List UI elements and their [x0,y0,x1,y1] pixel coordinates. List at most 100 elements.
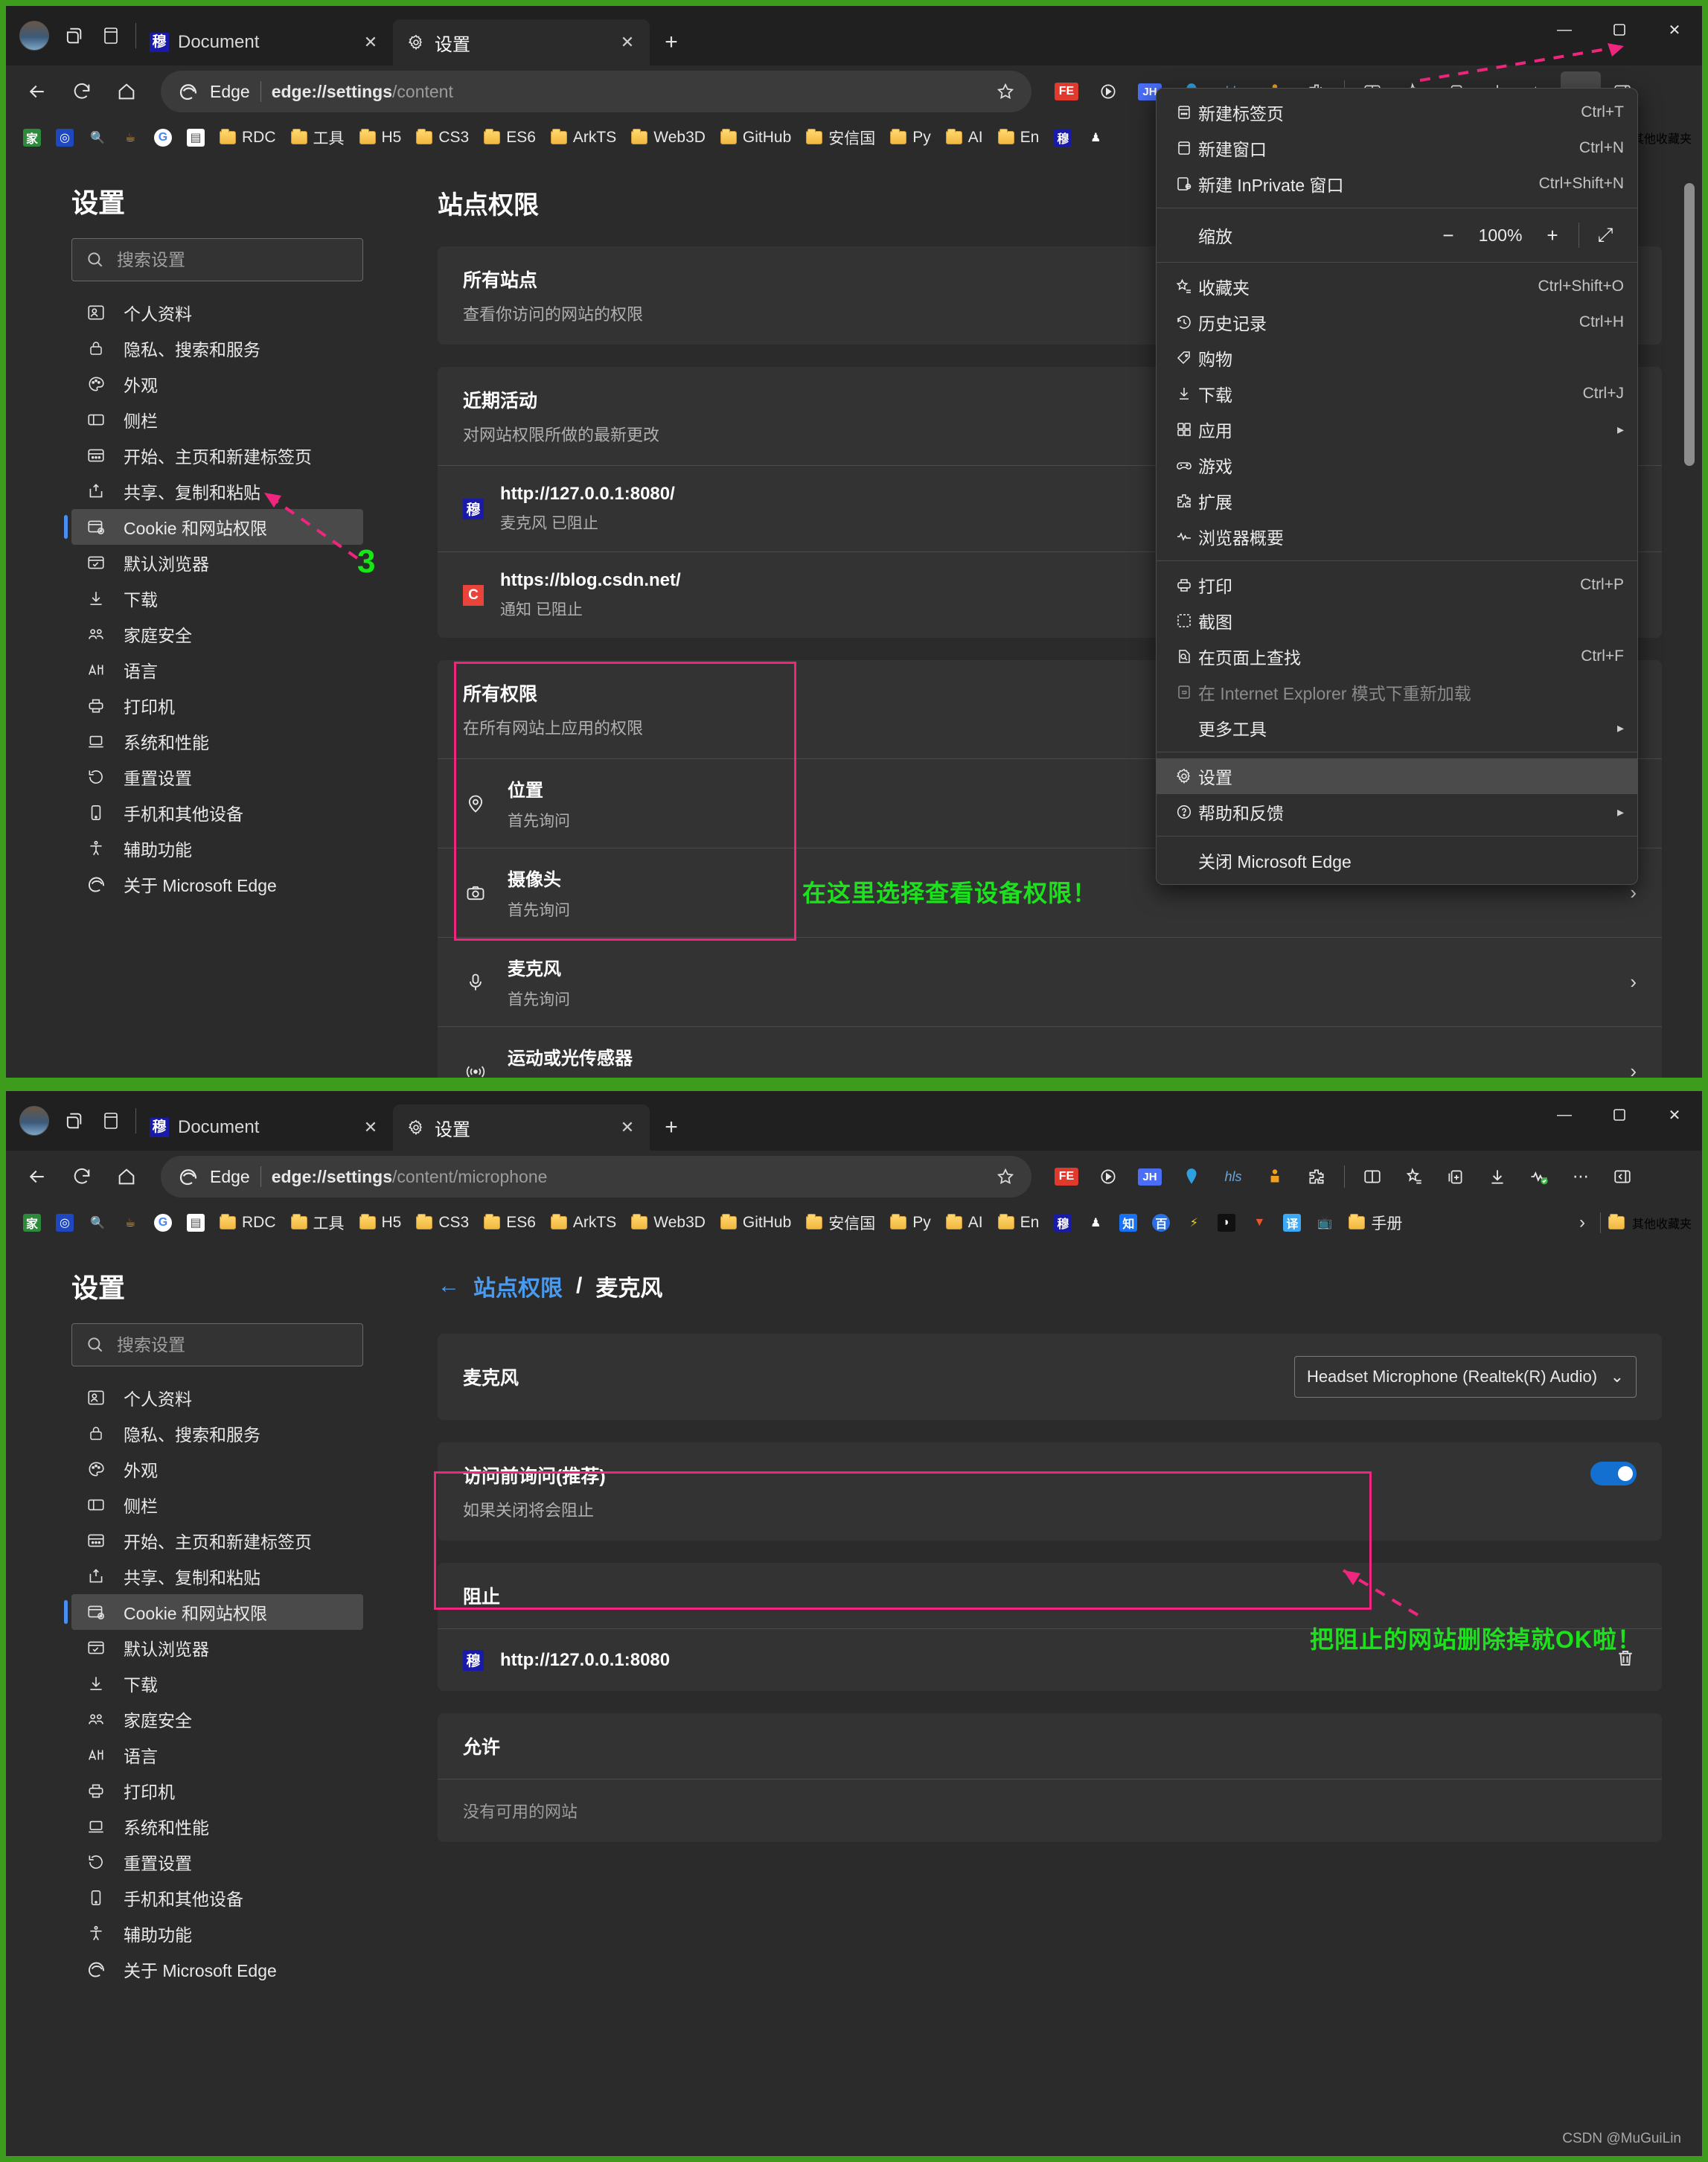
sidebar-item-share[interactable]: 共享、复制和粘贴 [71,473,363,509]
sidebar-item-appearance[interactable]: 外观 [71,366,363,402]
collections-icon[interactable] [1436,1157,1476,1197]
search-input-2[interactable] [117,1334,349,1355]
sidebar-item-sidebar[interactable]: 侧栏 [71,1487,363,1523]
bookmark-icon-translate[interactable]: 译 [1276,1211,1308,1235]
sidebar-item-reset-settings[interactable]: 重置设置 [71,1844,363,1880]
downloads-icon[interactable] [1477,1157,1517,1197]
sidebar-item-system-performance[interactable]: 系统和性能 [71,1808,363,1844]
bookmark-icon-google[interactable]: G [147,1211,179,1235]
address-bar-1[interactable]: Edge edge://settings/content [161,71,1031,112]
sidebar-item-default-browser[interactable]: 默认浏览器 [71,1630,363,1666]
tab-document[interactable]: 穆 Document ✕ [136,1104,393,1151]
menu-item-new-window[interactable]: 新建窗口 Ctrl+N [1157,130,1637,166]
bookmark-folder-tools[interactable]: 工具 [284,124,351,152]
sidebar-item-languages[interactable]: 语言 [71,652,363,688]
sidebar-item-privacy[interactable]: 隐私、搜索和服务 [71,330,363,366]
bookmark-icon-doc[interactable]: ▤ [180,126,211,150]
sidebar-item-phone-devices[interactable]: 手机和其他设备 [71,795,363,831]
sidebar-item-default-browser[interactable]: 默认浏览器 [71,545,363,581]
home-icon[interactable] [106,71,147,112]
maximize-button[interactable] [1592,6,1647,54]
sidebar-item-family-safety[interactable]: 家庭安全 [71,1701,363,1737]
extension-pin-icon[interactable] [1171,1157,1212,1197]
zoom-out-button[interactable]: − [1430,224,1467,247]
bookmark-star-icon[interactable] [988,74,1023,109]
reload-icon[interactable] [61,71,103,112]
bookmark-icon-site-1[interactable]: 家 [16,1211,48,1235]
bookmark-icon-baidu[interactable]: 百 [1145,1211,1177,1235]
bookmark-folder-anxinguo[interactable]: 安信国 [799,124,882,152]
avatar[interactable] [19,21,49,51]
bookmark-icon-google[interactable]: G [147,126,179,150]
menu-item-history[interactable]: 历史记录 Ctrl+H [1157,304,1637,340]
bookmark-icon-site-1[interactable]: 家 [16,126,48,150]
tab-close-icon-document[interactable]: ✕ [359,1116,383,1139]
bookmark-folder-es6[interactable]: ES6 [477,1211,543,1235]
new-tab-button[interactable]: + [654,1110,688,1145]
minimize-button[interactable]: — [1537,6,1592,54]
avatar[interactable] [19,1106,49,1136]
bookmark-folder-ai[interactable]: AI [939,126,990,150]
sidebar-item-printers[interactable]: 打印机 [71,688,363,723]
tab-close-icon-settings[interactable]: ✕ [615,31,639,54]
tab-settings[interactable]: 设置 ✕ [393,1104,650,1151]
settings-search-box-2[interactable] [71,1323,363,1366]
bookmark-folder-anxinguo[interactable]: 安信国 [799,1209,882,1237]
tab-close-icon-document[interactable]: ✕ [359,31,383,54]
bookmark-icon-gitlab[interactable]: ▼ [1244,1211,1275,1235]
maximize-button[interactable] [1592,1091,1647,1139]
sidebar-item-languages[interactable]: 语言 [71,1737,363,1773]
bookmark-folder-en[interactable]: En [991,126,1046,150]
omnibox-url-1[interactable]: edge://settings/content [272,82,978,102]
bookmark-folder-py[interactable]: Py [883,126,938,150]
bookmark-folder-h5[interactable]: H5 [353,1211,409,1235]
bookmark-folder-manual[interactable]: 手册 [1342,1209,1409,1237]
menu-item-new-tab[interactable]: 新建标签页 Ctrl+T [1157,95,1637,130]
sidebar-item-cookies-permissions[interactable]: Cookie 和网站权限 [64,1594,363,1630]
sidebar-item-reset-settings[interactable]: 重置设置 [71,759,363,795]
bookmark-icon-mu[interactable]: 穆 [1047,1211,1078,1235]
extension-jh-icon[interactable]: JH [1130,1157,1170,1197]
menu-item-shopping[interactable]: 购物 [1157,340,1637,376]
menu-item-games[interactable]: 游戏 [1157,447,1637,483]
menu-item-downloads[interactable]: 下载 Ctrl+J [1157,376,1637,412]
bookmark-icon-search[interactable]: 🔍 [82,126,113,150]
chevron-right-icon[interactable]: › [1630,970,1637,994]
extension-fe-icon[interactable]: FE [1046,1157,1087,1197]
vertical-tabs-icon[interactable] [98,23,124,48]
split-screen-icon[interactable] [1352,1157,1392,1197]
new-tab-button[interactable]: + [654,25,688,60]
menu-item-favorites[interactable]: 收藏夹 Ctrl+Shift+O [1157,269,1637,304]
bookmark-folder-rdc[interactable]: RDC [213,1211,283,1235]
menu-item-more-tools[interactable]: 更多工具 ▸ [1157,710,1637,746]
close-button[interactable]: ✕ [1647,1091,1702,1139]
sidebar-item-about-edge[interactable]: 关于 Microsoft Edge [71,866,363,902]
bookmark-folder-rdc[interactable]: RDC [213,126,283,150]
bookmark-icon-flash[interactable]: ⚡ [1178,1211,1209,1235]
menu-item-extensions[interactable]: 扩展 [1157,483,1637,519]
minimize-button[interactable]: — [1537,1091,1592,1139]
browser-essentials-icon[interactable] [1519,1157,1559,1197]
permission-row-sensors[interactable]: 运动或光传感器 允许站点使用运动传感器和光传感器 › [438,1027,1662,1078]
menu-item-close-edge[interactable]: 关闭 Microsoft Edge [1157,842,1637,878]
home-icon[interactable] [106,1156,147,1197]
bookmark-folder-cs3[interactable]: CS3 [409,126,476,150]
tab-document[interactable]: 穆 Document ✕ [136,19,393,65]
sidebar-item-system-performance[interactable]: 系统和性能 [71,723,363,759]
bookmark-icon-mu[interactable]: 穆 [1047,126,1078,150]
back-icon[interactable] [16,71,58,112]
sidebar-item-cookies-permissions[interactable]: Cookie 和网站权限 [64,509,363,545]
favorites-icon[interactable] [1394,1157,1434,1197]
menu-item-browser-essentials[interactable]: 浏览器概要 [1157,519,1637,554]
fullscreen-button[interactable]: ⤢ [1587,223,1624,247]
sidebar-item-about-edge[interactable]: 关于 Microsoft Edge [71,1951,363,1987]
sidebar-item-sidebar[interactable]: 侧栏 [71,402,363,438]
bookmark-folder-h5[interactable]: H5 [353,126,409,150]
tab-close-icon-settings[interactable]: ✕ [615,1116,639,1139]
extension-orange-icon[interactable] [1255,1157,1295,1197]
sidebar-item-accessibility[interactable]: 辅助功能 [71,831,363,866]
sidebar-toggle-icon[interactable] [1602,1157,1643,1197]
bookmark-folder-arkts[interactable]: ArkTS [544,126,623,150]
menu-item-help-and-feedback[interactable]: 帮助和反馈 ▸ [1157,794,1637,830]
bookmark-folder-github[interactable]: GitHub [714,1211,798,1235]
